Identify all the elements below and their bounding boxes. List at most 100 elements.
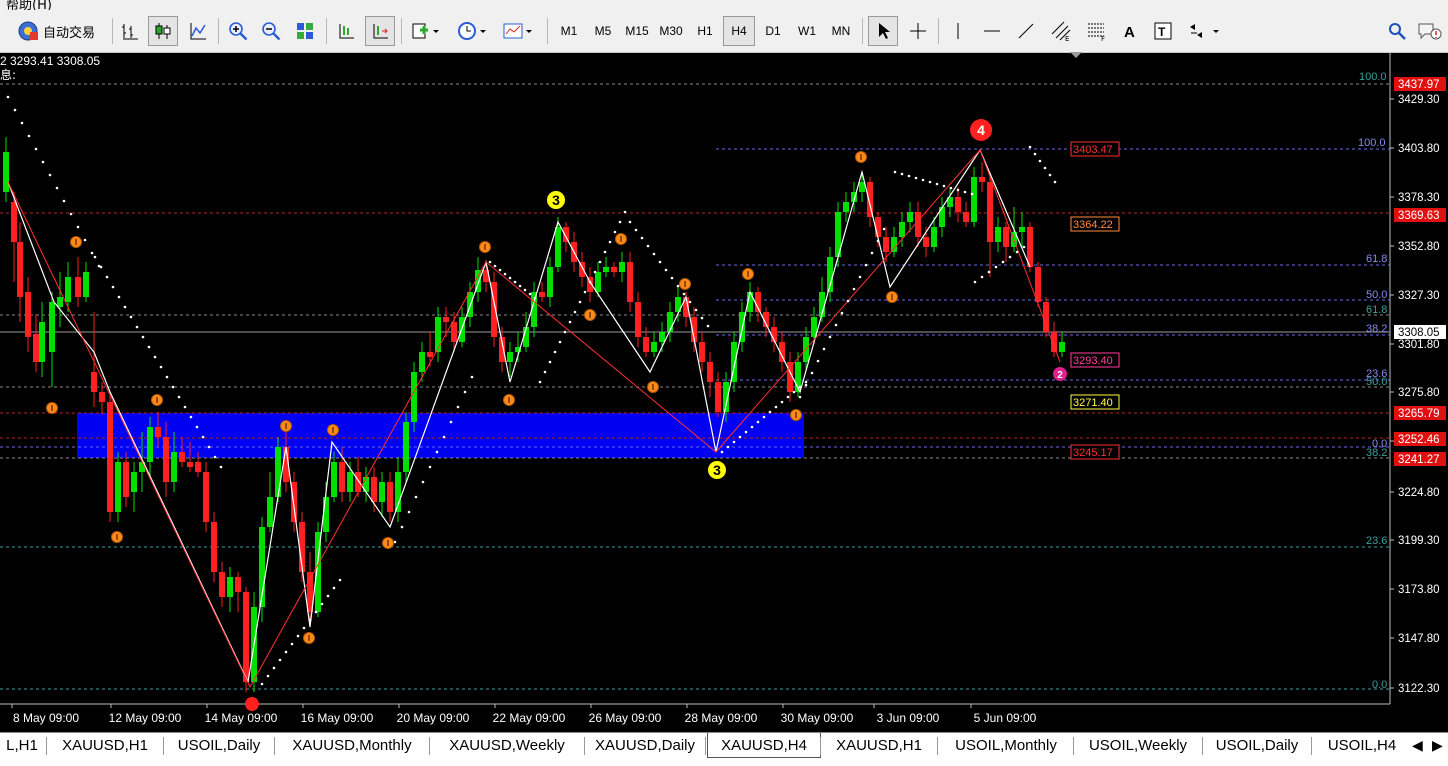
fibonacci-button[interactable]: F (1082, 16, 1112, 46)
text-button[interactable]: A (1118, 16, 1142, 46)
price-tag-label: 3437.97 (1398, 79, 1440, 91)
search-button[interactable] (1384, 16, 1410, 46)
sar-dot (744, 430, 748, 434)
sar-dot (123, 305, 127, 309)
candlestick-button[interactable] (148, 16, 178, 46)
line-chart-button[interactable] (184, 16, 212, 46)
time-tick-label: 28 May 09:00 (685, 711, 758, 725)
candle-body (387, 482, 393, 512)
chart-tab[interactable]: XAUUSD,H1 (822, 733, 936, 759)
autotrade-icon (18, 21, 38, 41)
candle-body (211, 522, 217, 572)
candle-body (11, 202, 17, 242)
text-icon: A (1124, 24, 1135, 40)
vertical-line-button[interactable] (944, 16, 972, 46)
timeframe-m5[interactable]: M5 (587, 16, 619, 46)
fib-level-label: 100.0 (1358, 137, 1386, 149)
sar-dot (135, 325, 139, 329)
tile-windows-button[interactable] (291, 16, 319, 46)
equidistant-channel-button[interactable]: E (1046, 16, 1076, 46)
chart-tab[interactable]: USOIL,Daily (165, 733, 273, 759)
sar-dot (822, 347, 826, 351)
fib-level-label: 50.0 (1366, 376, 1387, 388)
chart-tab[interactable]: L,H1 (0, 733, 44, 759)
sar-dot (428, 465, 432, 469)
time-tick-label: 22 May 09:00 (493, 711, 566, 725)
sar-dot (153, 355, 157, 359)
candle-body (3, 152, 9, 192)
fib-level-label: 61.8 (1366, 253, 1387, 265)
crosshair-button[interactable] (904, 16, 932, 46)
candle-body (627, 262, 633, 302)
sar-dot (513, 280, 517, 284)
timeframe-m30[interactable]: M30 (655, 16, 687, 46)
messages-button[interactable] (1414, 16, 1444, 46)
zoom-out-button[interactable] (257, 16, 285, 46)
candle-body (619, 262, 625, 272)
sar-dot (646, 244, 650, 248)
auto-scroll-button[interactable] (332, 16, 360, 46)
chart-shift-button[interactable] (365, 16, 395, 46)
chart-tab[interactable]: USOIL,H4 (1313, 733, 1411, 759)
autotrade-button[interactable]: 自动交易 (6, 16, 106, 46)
major-wave-marker (245, 697, 259, 711)
chart-tab[interactable]: XAUUSD,Weekly (431, 733, 583, 759)
sar-dot (949, 186, 953, 190)
chart-tab[interactable]: XAUUSD,Daily (586, 733, 704, 759)
text-label-button[interactable]: T (1150, 16, 1176, 46)
sar-dot (320, 602, 324, 606)
candle-body (651, 342, 657, 352)
timeframe-d1[interactable]: D1 (757, 16, 789, 46)
horizontal-line-button[interactable] (978, 16, 1006, 46)
tab-separator (705, 737, 706, 755)
zoom-in-button[interactable] (224, 16, 252, 46)
candle-body (995, 227, 1001, 242)
tab-scroll-right-button[interactable]: ▶ (1432, 737, 1443, 754)
timeframe-w1[interactable]: W1 (791, 16, 823, 46)
candle-body (859, 182, 865, 192)
timeframe-m1[interactable]: M1 (553, 16, 585, 46)
cursor-button[interactable] (868, 16, 898, 46)
sar-dot (27, 134, 31, 138)
price-tag-label: 3369.63 (1398, 210, 1440, 222)
templates-button[interactable] (498, 16, 538, 46)
chart-tab[interactable]: XAUUSD,H4 (707, 733, 821, 758)
candle-body (555, 227, 561, 267)
candle-body (187, 462, 193, 467)
tab-scroll-left-button[interactable]: ◀ (1412, 737, 1423, 754)
candle-body (979, 177, 985, 182)
sar-dot (1001, 260, 1005, 264)
tile-windows-icon (297, 23, 313, 39)
sar-dot (302, 626, 306, 630)
wave-marker-label: 3 (713, 462, 721, 478)
help-menu[interactable]: 帮助(H) (6, 0, 52, 10)
sar-dot (613, 230, 617, 234)
timeframe-h4[interactable]: H4 (723, 16, 755, 46)
chart-tab[interactable]: USOIL,Daily (1204, 733, 1310, 759)
sar-dot (816, 359, 820, 363)
trendline-button[interactable] (1012, 16, 1040, 46)
sar-dot (768, 410, 772, 414)
chart-tab[interactable]: XAUUSD,Monthly (276, 733, 428, 759)
price-tick-label: 3378.30 (1398, 192, 1440, 204)
timeframe-m15[interactable]: M15 (621, 16, 653, 46)
channel-icon: E (1051, 21, 1071, 42)
sar-dot (907, 174, 911, 178)
timeframe-h1[interactable]: H1 (689, 16, 721, 46)
chart-tab[interactable]: XAUUSD,H1 (48, 733, 162, 759)
sar-dot (189, 415, 193, 419)
indicators-button[interactable] (406, 16, 444, 46)
periods-button[interactable] (452, 16, 492, 46)
sar-dot (314, 610, 318, 614)
sar-dot (608, 240, 612, 244)
sar-dot (1053, 180, 1057, 184)
candle-body (39, 322, 45, 362)
chart-tab[interactable]: USOIL,Monthly (939, 733, 1073, 759)
bar-chart-button[interactable] (116, 16, 144, 46)
price-chart[interactable]: 3429.30 3403.80 3378.30 3352.80 3327.30 3301.… (0, 52, 1448, 732)
arrows-button[interactable] (1184, 16, 1224, 46)
chart-tab[interactable]: USOIL,Weekly (1075, 733, 1201, 759)
timeframe-mn[interactable]: MN (825, 16, 857, 46)
sar-dot (62, 199, 66, 203)
sar-dot (720, 450, 724, 454)
